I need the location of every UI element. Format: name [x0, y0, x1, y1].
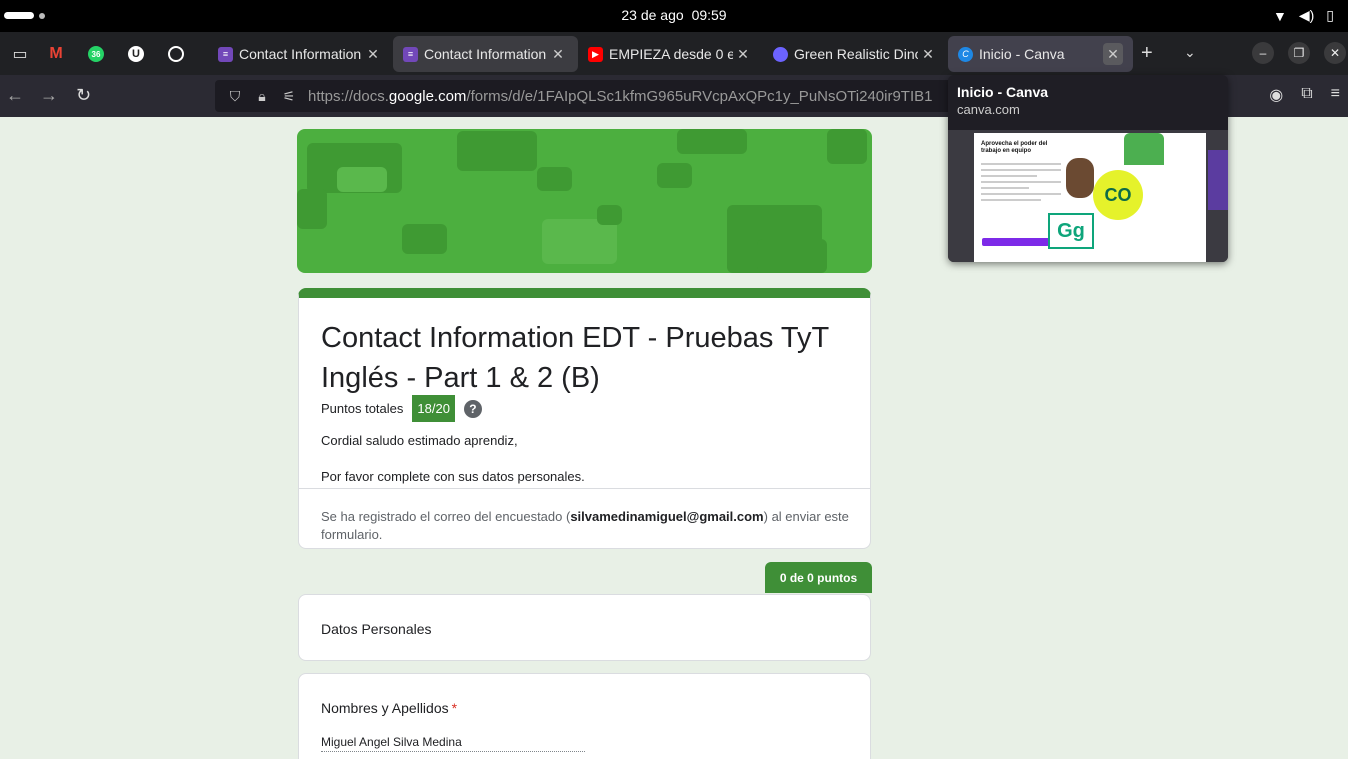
youtube-icon: ▶	[588, 46, 603, 62]
tab-preview-tooltip: Inicio - Canva canva.com Aprovecha el po…	[948, 75, 1228, 262]
back-arrow-icon[interactable]: ←	[6, 85, 24, 106]
chatgpt-icon	[168, 46, 184, 62]
pinned-tab-chatgpt[interactable]	[156, 40, 196, 68]
shield-icon[interactable]: ⛉	[223, 88, 247, 105]
preview-title: Inicio - Canva	[957, 84, 1049, 100]
firefox-view-icon[interactable]: ▭	[0, 40, 40, 68]
close-tab-icon[interactable]: ✕	[1103, 43, 1123, 65]
question-label: Nombres y Apellidos *	[321, 700, 457, 716]
preview-co-badge: CO	[1093, 170, 1143, 220]
clock-date: 23 de ago	[621, 7, 684, 23]
url-domain: google.com	[388, 87, 467, 105]
clock-time: 09:59	[691, 7, 727, 23]
tab-label: Inicio - Canva	[979, 46, 1065, 62]
new-tab-button[interactable]: +	[1141, 42, 1153, 65]
gmail-icon: M	[49, 45, 63, 62]
url-prefix: https://docs.	[308, 87, 389, 105]
close-window-button[interactable]: ✕	[1324, 42, 1346, 64]
menu-icon[interactable]: ≡	[1331, 85, 1340, 105]
close-tab-icon[interactable]: ✕	[363, 46, 383, 63]
close-tab-icon[interactable]: ✕	[918, 46, 938, 63]
required-asterisk: *	[451, 700, 458, 716]
tab-green-realistic-dino[interactable]: Green Realistic Dino ✕	[763, 36, 948, 72]
form-title: Contact Information EDT - Pruebas TyT In…	[321, 322, 829, 394]
udemy-icon: U	[128, 46, 144, 62]
tab-label: EMPIEZA desde 0 e	[609, 46, 733, 62]
tab-contact-information-2[interactable]: ≡ Contact Information ✕	[393, 36, 578, 72]
form-description-line-1: Cordial saludo estimado aprendiz,	[321, 433, 518, 448]
divider	[299, 488, 870, 489]
url-text: https://docs.google.com/forms/d/e/1FAIpQ…	[308, 88, 932, 105]
section-title: Datos Personales	[321, 621, 432, 637]
question-text: Nombres y Apellidos	[321, 700, 449, 716]
score-badge: 18/20	[412, 395, 455, 422]
form-header-banner	[297, 129, 872, 273]
minimize-button[interactable]: –	[1252, 42, 1274, 64]
tab-canva[interactable]: C Inicio - Canva ✕	[948, 36, 1133, 72]
form-description-line-2: Por favor complete con sus datos persona…	[321, 469, 585, 484]
preview-domain: canva.com	[957, 102, 1020, 117]
question-card: Nombres y Apellidos * Miguel Angel Silva …	[298, 673, 871, 759]
extension-icon	[773, 46, 788, 62]
pinned-tab-gmail[interactable]: M	[36, 40, 76, 68]
close-tab-icon[interactable]: ✕	[548, 46, 568, 63]
system-clock[interactable]: 23 de ago 09:59	[0, 7, 1348, 23]
wifi-icon[interactable]: ▼	[1273, 8, 1287, 24]
list-all-tabs-chevron-icon[interactable]: ⌄	[1184, 44, 1196, 61]
preview-thumbnail: Aprovecha el poder del trabajo en equipo…	[948, 130, 1228, 262]
pinned-tabs: M 36 U	[36, 40, 196, 68]
permissions-icon[interactable]: ⚟	[277, 88, 301, 105]
address-bar[interactable]: ⛉ 🔒︎ ⚟ https://docs.google.com/forms/d/e…	[215, 80, 955, 112]
pinned-tab-whatsapp[interactable]: 36	[76, 40, 116, 68]
respondent-email-notice: Se ha registrado el correo del encuestad…	[321, 508, 851, 544]
section-card: Datos Personales	[298, 594, 871, 661]
system-top-bar: 23 de ago 09:59 ▼ ◀) ▯	[0, 0, 1348, 32]
pinned-tab-udemy[interactable]: U	[116, 40, 156, 68]
browser-tab-bar: ▭ M 36 U ≡ Contact Information ✕ ≡ Conta…	[0, 32, 1348, 75]
tab-youtube[interactable]: ▶ EMPIEZA desde 0 e ✕	[578, 36, 763, 72]
tab-label: Contact Information	[424, 46, 547, 62]
tab-label: Green Realistic Dino	[794, 46, 918, 62]
google-forms-icon: ≡	[403, 46, 418, 62]
respondent-email: silvamedinamiguel@gmail.com	[570, 509, 764, 524]
tab-label: Contact Information	[239, 46, 362, 62]
restore-button[interactable]: ❐	[1288, 42, 1310, 64]
battery-icon[interactable]: ▯	[1326, 7, 1334, 24]
canva-icon: C	[958, 46, 973, 62]
answer-text: Miguel Angel Silva Medina	[321, 735, 585, 752]
account-icon[interactable]: ◉	[1269, 85, 1283, 105]
tab-contact-information-1[interactable]: ≡ Contact Information ✕	[208, 36, 393, 72]
total-points: Puntos totales 18/20 ?	[321, 395, 482, 422]
reload-icon[interactable]: ↻	[76, 85, 91, 106]
volume-icon[interactable]: ◀)	[1299, 7, 1314, 24]
lock-icon[interactable]: 🔒︎	[250, 88, 274, 105]
extensions-icon[interactable]: ⧉	[1301, 85, 1312, 105]
url-path: /forms/d/e/1FAIpQLSc1kfmG965uRVcpAxQPc1y…	[466, 87, 933, 105]
forward-arrow-icon[interactable]: →	[40, 85, 58, 106]
section-points-badge: 0 de 0 puntos	[765, 562, 872, 593]
preview-modal-heading: Aprovecha el poder del trabajo en equipo	[981, 141, 1048, 154]
help-icon[interactable]: ?	[463, 399, 482, 418]
preview-gg-badge: Gg	[1048, 213, 1094, 249]
email-notice-prefix: Se ha registrado el correo del encuestad…	[321, 509, 571, 524]
google-forms-icon: ≡	[218, 46, 233, 62]
form-title-card: Contact Information EDT - Pruebas TyT In…	[298, 288, 871, 549]
close-tab-icon[interactable]: ✕	[733, 46, 753, 63]
whatsapp-icon: 36	[88, 46, 104, 62]
total-points-label: Puntos totales	[321, 401, 404, 416]
